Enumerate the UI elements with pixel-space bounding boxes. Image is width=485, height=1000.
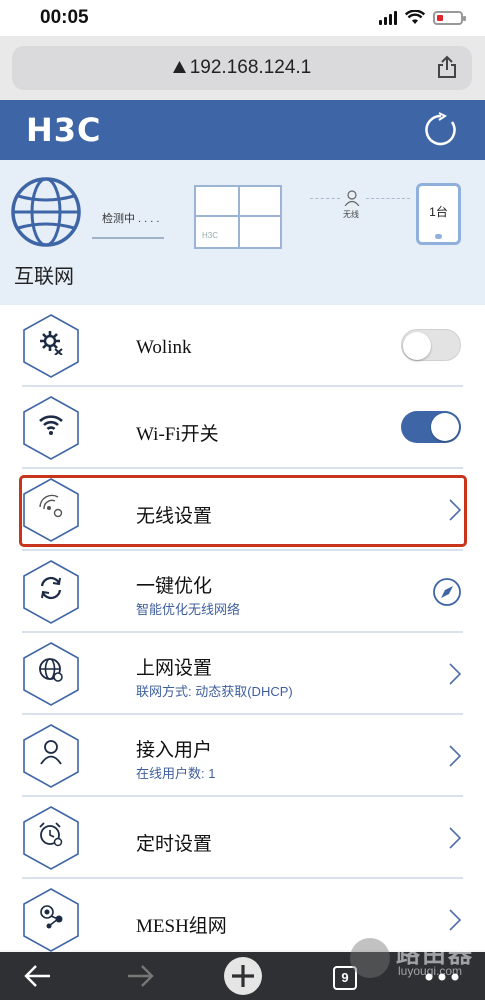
device-count: 1台 [429, 205, 448, 219]
chevron-right-icon [449, 827, 461, 849]
item-title: 上网设置 [136, 658, 213, 679]
h3c-logo: H3C [26, 111, 102, 149]
item-title: 定时设置 [136, 834, 213, 855]
item-title: Wolink [136, 337, 192, 358]
wireless-label: 无线 [343, 210, 359, 219]
rocket-icon[interactable] [433, 578, 461, 606]
mesh-network-icon [40, 905, 63, 929]
menu-item-optimize[interactable]: 一键优化 智能优化无线网络 [0, 551, 485, 633]
user-icon [344, 190, 360, 206]
refresh-icon[interactable] [423, 112, 459, 148]
status-time: 00:05 [40, 7, 89, 28]
wifi-icon [39, 415, 63, 435]
app-header: H3C [0, 100, 485, 160]
item-title: Wi-Fi开关 [136, 424, 219, 445]
battery-icon [433, 10, 466, 25]
detect-status: 检测中 . . . . [102, 213, 160, 225]
share-icon[interactable] [436, 55, 458, 79]
chevron-right-icon [449, 663, 461, 685]
back-arrow-icon[interactable] [24, 964, 52, 988]
chevron-right-icon [449, 909, 461, 931]
chevron-right-icon [449, 745, 461, 767]
forward-arrow-icon[interactable] [126, 964, 154, 988]
new-tab-icon[interactable] [223, 956, 263, 996]
wolink-toggle[interactable] [401, 329, 461, 361]
item-subtitle: 在线用户数: 1 [136, 766, 216, 781]
wifi-toggle[interactable] [401, 411, 461, 443]
item-title: 接入用户 [136, 740, 213, 761]
status-bar: 00:05 [0, 0, 485, 36]
url-field[interactable]: 192.168.124.1 [12, 46, 472, 90]
item-subtitle: 智能优化无线网络 [136, 602, 241, 617]
wifi-icon [405, 10, 425, 24]
item-title: MESH组网 [136, 916, 227, 937]
settings-menu: Wolink Wi-Fi开关 无线设置 一键优化 智能优化无线网络 上网设置 联… [0, 305, 485, 952]
link-line [92, 237, 164, 239]
globe-settings-icon [39, 658, 63, 682]
menu-item-wolink[interactable]: Wolink [0, 305, 485, 387]
device-phone[interactable]: 1台 [416, 183, 461, 245]
user-icon [40, 740, 62, 765]
item-title: 一键优化 [136, 576, 213, 597]
status-icons [379, 10, 466, 25]
router-brand: H3C [202, 231, 219, 240]
gear-tools-icon [40, 331, 63, 355]
browser-bar: 192.168.124.1 [0, 36, 485, 100]
url-text: 192.168.124.1 [12, 57, 472, 79]
router-graphic: H3C [194, 185, 282, 249]
url-value: 192.168.124.1 [189, 57, 312, 78]
item-subtitle: 联网方式: 动态获取(DHCP) [136, 684, 293, 699]
signal-icon [379, 10, 397, 25]
internet-label: 互联网 [14, 266, 74, 288]
menu-item-schedule[interactable]: 定时设置 [0, 797, 485, 879]
warning-icon [172, 61, 186, 73]
sync-icon [40, 576, 62, 600]
alarm-clock-icon [39, 822, 63, 847]
watermark-url: luyouqi.com [398, 964, 463, 978]
network-topology: 互联网 检测中 . . . . H3C 无线 1台 [0, 160, 485, 305]
dashed-link-left [310, 198, 340, 199]
watermark-logo [350, 938, 390, 978]
menu-item-internet-settings[interactable]: 上网设置 联网方式: 动态获取(DHCP) [0, 633, 485, 715]
menu-item-wifi-switch[interactable]: Wi-Fi开关 [0, 387, 485, 469]
dashed-link-right [366, 198, 410, 199]
globe-icon [11, 177, 81, 247]
highlight-box [19, 475, 467, 547]
watermark: 路由器 luyouqi.com [350, 934, 482, 980]
menu-item-connected-users[interactable]: 接入用户 在线用户数: 1 [0, 715, 485, 797]
